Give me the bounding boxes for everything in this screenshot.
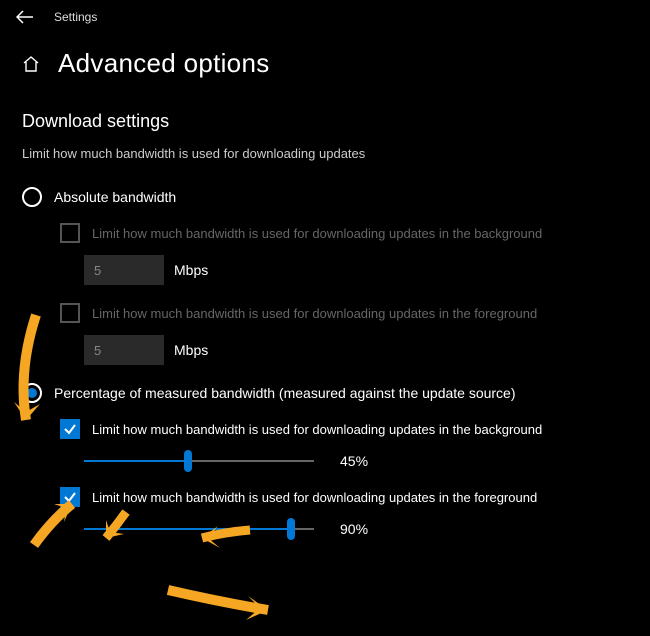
percentage-bg-checkbox-row[interactable]: Limit how much bandwidth is used for dow… [60,419,650,439]
back-arrow-icon[interactable] [16,10,34,24]
download-settings-section: Download settings Limit how much bandwid… [0,101,650,539]
title-bar: Settings [0,0,650,30]
absolute-bg-input[interactable] [84,255,164,285]
percentage-bandwidth-group: Limit how much bandwidth is used for dow… [22,419,650,539]
unit-label: Mbps [174,262,208,278]
absolute-bandwidth-radio-row[interactable]: Absolute bandwidth [22,187,650,207]
checkbox-icon [60,487,80,507]
checkbox-label: Limit how much bandwidth is used for dow… [92,226,542,241]
unit-label: Mbps [174,342,208,358]
annotation-arrow [160,582,290,622]
percentage-bg-slider-row: 45% [60,451,650,471]
percentage-fg-slider-row: 90% [60,519,650,539]
slider-value: 45% [340,453,380,469]
slider-fill [84,460,188,462]
radio-icon [22,383,42,403]
absolute-fg-checkbox-row[interactable]: Limit how much bandwidth is used for dow… [60,303,650,323]
checkbox-icon [60,223,80,243]
slider-fill [84,528,291,530]
absolute-bg-input-row: Mbps [60,255,650,285]
radio-icon [22,187,42,207]
percentage-bandwidth-radio-row[interactable]: Percentage of measured bandwidth (measur… [22,383,650,403]
slider-thumb[interactable] [184,450,192,472]
section-title: Download settings [22,111,650,132]
home-icon[interactable] [22,55,40,73]
absolute-fg-input[interactable] [84,335,164,365]
absolute-fg-input-row: Mbps [60,335,650,365]
checkbox-label: Limit how much bandwidth is used for dow… [92,422,542,437]
slider-value: 90% [340,521,380,537]
absolute-bg-checkbox-row[interactable]: Limit how much bandwidth is used for dow… [60,223,650,243]
checkbox-label: Limit how much bandwidth is used for dow… [92,490,537,505]
section-description: Limit how much bandwidth is used for dow… [22,146,650,161]
app-title: Settings [54,10,97,24]
checkbox-icon [60,303,80,323]
slider-thumb[interactable] [287,518,295,540]
absolute-bandwidth-group: Limit how much bandwidth is used for dow… [22,223,650,365]
percentage-fg-checkbox-row[interactable]: Limit how much bandwidth is used for dow… [60,487,650,507]
percentage-fg-slider[interactable] [84,519,314,539]
checkbox-icon [60,419,80,439]
checkbox-label: Limit how much bandwidth is used for dow… [92,306,537,321]
radio-label: Percentage of measured bandwidth (measur… [54,385,516,401]
percentage-bg-slider[interactable] [84,451,314,471]
page-header: Advanced options [0,30,650,101]
page-title: Advanced options [58,48,270,79]
radio-label: Absolute bandwidth [54,189,176,205]
